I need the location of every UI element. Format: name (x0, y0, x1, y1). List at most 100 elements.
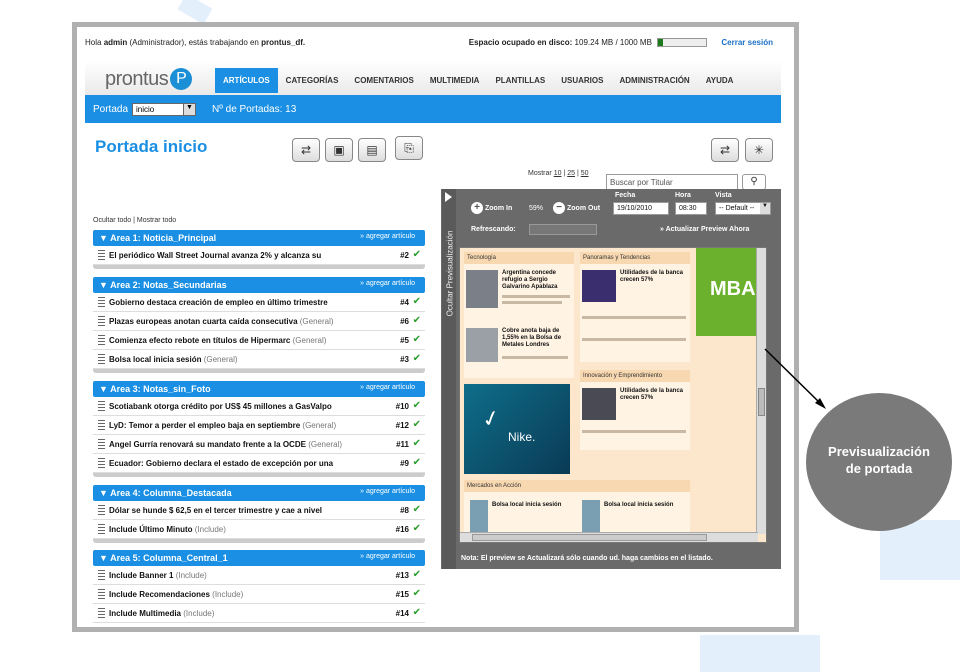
tab-categorias[interactable]: CATEGORÍAS (278, 68, 347, 93)
row-number: #3 (400, 355, 409, 364)
username: admin (103, 38, 128, 47)
table-row[interactable]: Include Multimedia (Include) #14 ✔ (93, 604, 425, 623)
preview-headline[interactable]: Bolsa local inicia sesión (492, 502, 572, 509)
drag-handle[interactable] (98, 401, 105, 411)
time-field[interactable]: 08:30 (675, 202, 707, 215)
tab-administracion[interactable]: ADMINISTRACIÓN (611, 68, 697, 93)
text-placeholder (502, 356, 568, 359)
table-row[interactable]: Include Último Minuto (Include) #16 ✔ (93, 520, 425, 539)
page-size-25[interactable]: 25 (567, 170, 575, 177)
area-footer (93, 473, 425, 477)
drag-handle[interactable] (98, 420, 105, 430)
table-row[interactable]: Bolsa local inicia sesión (General) #3 ✔ (93, 350, 425, 369)
add-article-link[interactable]: » agregar artículo (360, 553, 415, 560)
table-row[interactable]: El periódico Wall Street Journal avanza … (93, 246, 425, 265)
copy-button[interactable]: ⎘ (395, 136, 423, 160)
refresh-button[interactable]: ⇄ (292, 138, 320, 162)
table-row[interactable]: Comienza efecto rebote en títulos de Hip… (93, 331, 425, 350)
new-document-button[interactable]: ✳ (745, 138, 773, 162)
area-header[interactable]: ▼ Area 1: Noticia_Principal» agregar art… (93, 230, 425, 246)
save-button[interactable]: ▣ (325, 138, 353, 162)
hide-preview-tab[interactable]: Ocultar Previsualización (442, 189, 456, 569)
row-number: #6 (400, 317, 409, 326)
drag-handle[interactable] (98, 570, 105, 580)
preview-headline[interactable]: Utilidades de la banca crecen 57% (620, 270, 688, 284)
area-header[interactable]: ▼ Area 2: Notas_Secundarias» agregar art… (93, 277, 425, 293)
tab-plantillas[interactable]: PLANTILLAS (487, 68, 553, 93)
preview-headline[interactable]: Cobre anota baja de 1,55% en la Bolsa de… (502, 328, 574, 349)
zoom-in-button[interactable]: + Zoom In (471, 202, 512, 214)
drag-handle[interactable] (98, 297, 105, 307)
drag-handle[interactable] (98, 458, 105, 468)
show-all-link[interactable]: Mostrar todo (137, 217, 176, 224)
greeting: Hola admin (Administrador), estás trabaj… (85, 38, 305, 47)
section-panoramas: Panoramas y Tendencias (580, 252, 690, 362)
drag-handle[interactable] (98, 439, 105, 449)
tab-multimedia[interactable]: MULTIMEDIA (422, 68, 488, 93)
horizontal-scrollbar[interactable] (460, 532, 758, 542)
reload-button[interactable]: ⇄ (711, 138, 739, 162)
hide-all-link[interactable]: Ocultar todo (93, 217, 131, 224)
row-tag: (Include) (175, 571, 207, 580)
search-icon[interactable]: ⚲ (742, 174, 766, 190)
add-article-link[interactable]: » agregar artículo (360, 488, 415, 495)
drag-handle[interactable] (98, 589, 105, 599)
add-article-link[interactable]: » agregar artículo (360, 384, 415, 391)
table-row[interactable]: Include Recomendaciones (Include) #15 ✔ (93, 585, 425, 604)
tab-comentarios[interactable]: COMENTARIOS (346, 68, 421, 93)
area-header[interactable]: ▼ Area 5: Columna_Central_1» agregar art… (93, 550, 425, 566)
area-header[interactable]: ▼ Area 3: Notas_sin_Foto» agregar artícu… (93, 381, 425, 397)
page-size-10[interactable]: 10 (554, 170, 562, 177)
table-row[interactable]: Plazas europeas anotan cuarta caída cons… (93, 312, 425, 331)
table-row[interactable]: LyD: Temor a perder el empleo baja en se… (93, 416, 425, 435)
table-row[interactable]: Dólar se hunde $ 62,5 en el tercer trime… (93, 501, 425, 520)
date-label: Fecha (615, 192, 636, 199)
drag-handle[interactable] (98, 250, 105, 260)
row-number: #13 (395, 571, 409, 580)
area-header[interactable]: ▼ Area 4: Columna_Destacada» agregar art… (93, 485, 425, 501)
portada-bar: Portada inicio ▼ Nº de Portadas: 13 (85, 95, 781, 123)
section-header: Tecnología (464, 252, 574, 264)
preview-headline[interactable]: Argentina concede refugio a Sergio Galva… (502, 270, 572, 291)
tab-ayuda[interactable]: AYUDA (698, 68, 742, 93)
preview-headline[interactable]: Utilidades de la banca crecen 57% (620, 388, 688, 402)
add-article-link[interactable]: » agregar artículo (360, 280, 415, 287)
update-preview-link[interactable]: » Actualizar Preview Ahora (660, 226, 749, 233)
statue-photo (470, 500, 488, 532)
table-row[interactable]: Include Banner 1 (Include) #13 ✔ (93, 566, 425, 585)
row-number: #10 (395, 402, 409, 411)
tab-usuarios[interactable]: USUARIOS (553, 68, 611, 93)
drag-handle[interactable] (98, 524, 105, 534)
table-row[interactable]: Ecuador: Gobierno declara el estado de e… (93, 454, 425, 473)
page-size-50[interactable]: 50 (581, 170, 589, 177)
add-article-link[interactable]: » agregar artículo (360, 233, 415, 240)
drag-handle[interactable] (98, 354, 105, 364)
table-row[interactable]: Gobierno destaca creación de empleo en ú… (93, 293, 425, 312)
table-row[interactable]: Scotiabank otorga crédito por US$ 45 mil… (93, 397, 425, 416)
tab-articulos[interactable]: ARTÍCULOS (215, 68, 278, 93)
table-row[interactable]: Angel Gurría renovará su mandato frente … (93, 435, 425, 454)
prontus-logo[interactable]: prontus P (105, 67, 193, 90)
logout-link[interactable]: Cerrar sesión (721, 38, 773, 47)
nike-banner[interactable]: Nike. ✓ (464, 384, 570, 474)
drag-handle[interactable] (98, 335, 105, 345)
drag-handle[interactable] (98, 505, 105, 515)
row-number: #4 (400, 298, 409, 307)
mba-banner[interactable]: MBA (696, 248, 758, 336)
document-button[interactable]: ▤ (358, 138, 386, 162)
view-select[interactable]: -- Default -- ▼ (715, 202, 771, 215)
zoom-out-button[interactable]: − Zoom Out (553, 202, 600, 214)
zoom-in-label: Zoom In (485, 204, 513, 212)
row-tag: (General) (292, 336, 327, 345)
drag-handle[interactable] (98, 316, 105, 326)
scroll-thumb[interactable] (472, 534, 707, 541)
view-select-value: -- Default -- (719, 205, 755, 212)
search-input[interactable]: Buscar por Titular (606, 174, 738, 190)
app-content: Hola admin (Administrador), estás trabaj… (85, 33, 781, 627)
preview-headline[interactable]: Bolsa local inicia sesión (604, 502, 684, 509)
drag-handle[interactable] (98, 608, 105, 618)
date-field[interactable]: 19/10/2010 (613, 202, 669, 215)
row-title: Gobierno destaca creación de empleo en ú… (109, 298, 328, 307)
portada-select[interactable]: inicio ▼ (132, 103, 196, 116)
row-title: Scotiabank otorga crédito por US$ 45 mil… (109, 402, 332, 411)
